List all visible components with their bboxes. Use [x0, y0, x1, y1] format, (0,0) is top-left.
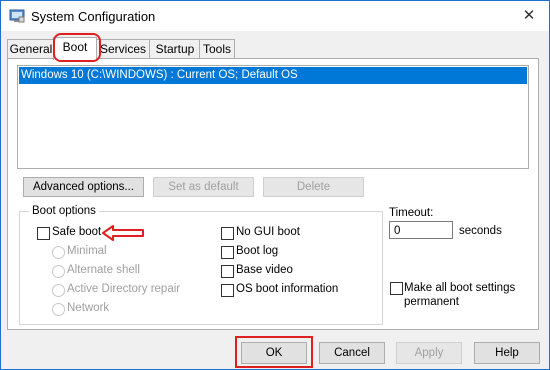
tab-startup[interactable]: Startup: [149, 39, 201, 59]
title-bar: System Configuration ✕: [1, 1, 549, 31]
help-button[interactable]: Help: [474, 342, 540, 364]
minimal-radio[interactable]: [52, 246, 65, 259]
boot-log-label[interactable]: Boot log: [236, 245, 278, 257]
set-as-default-button[interactable]: Set as default: [153, 177, 254, 197]
tab-general[interactable]: General: [7, 39, 55, 59]
alternate-shell-radio[interactable]: [52, 265, 65, 278]
os-boot-information-label[interactable]: OS boot information: [236, 283, 338, 295]
os-boot-information-checkbox[interactable]: [221, 284, 234, 297]
seconds-label: seconds: [459, 225, 502, 237]
apply-button[interactable]: Apply: [396, 342, 462, 364]
advanced-options-button[interactable]: Advanced options...: [23, 177, 144, 197]
network-label: Network: [67, 302, 110, 314]
make-permanent-label[interactable]: Make all boot settings permanent: [404, 281, 524, 309]
active-directory-repair-radio[interactable]: [52, 284, 65, 297]
os-list[interactable]: Windows 10 (C:\WINDOWS) : Current OS; De…: [17, 65, 529, 169]
base-video-checkbox[interactable]: [221, 265, 234, 278]
minimal-label: Minimal: [67, 245, 107, 257]
os-list-item-selected[interactable]: Windows 10 (C:\WINDOWS) : Current OS; De…: [19, 67, 527, 84]
boot-tab-highlight: [53, 33, 101, 62]
safe-boot-checkbox[interactable]: [37, 227, 50, 240]
delete-button[interactable]: Delete: [263, 177, 364, 197]
network-radio[interactable]: [52, 303, 65, 316]
tab-tools[interactable]: Tools: [199, 39, 235, 59]
cancel-button[interactable]: Cancel: [319, 342, 385, 364]
window-title: System Configuration: [31, 9, 156, 24]
no-gui-boot-checkbox[interactable]: [221, 227, 234, 240]
close-icon: ✕: [522, 7, 536, 24]
ok-button-highlight: [235, 336, 313, 368]
msconfig-app-icon: [9, 9, 25, 23]
close-button[interactable]: ✕: [509, 1, 549, 31]
tab-services[interactable]: Services: [95, 39, 151, 59]
make-permanent-checkbox[interactable]: [390, 282, 403, 295]
base-video-label[interactable]: Base video: [236, 264, 293, 276]
red-arrow-icon: [102, 225, 144, 241]
timeout-input[interactable]: 0: [389, 221, 453, 239]
safe-boot-label[interactable]: Safe boot: [52, 226, 101, 238]
no-gui-boot-label[interactable]: No GUI boot: [236, 226, 300, 238]
alternate-shell-label: Alternate shell: [67, 264, 140, 276]
boot-log-checkbox[interactable]: [221, 246, 234, 259]
timeout-label: Timeout:: [389, 207, 434, 219]
system-configuration-window: System Configuration ✕ General Boot Serv…: [0, 0, 550, 370]
active-directory-repair-label: Active Directory repair: [67, 283, 181, 295]
boot-options-label: Boot options: [29, 205, 99, 217]
